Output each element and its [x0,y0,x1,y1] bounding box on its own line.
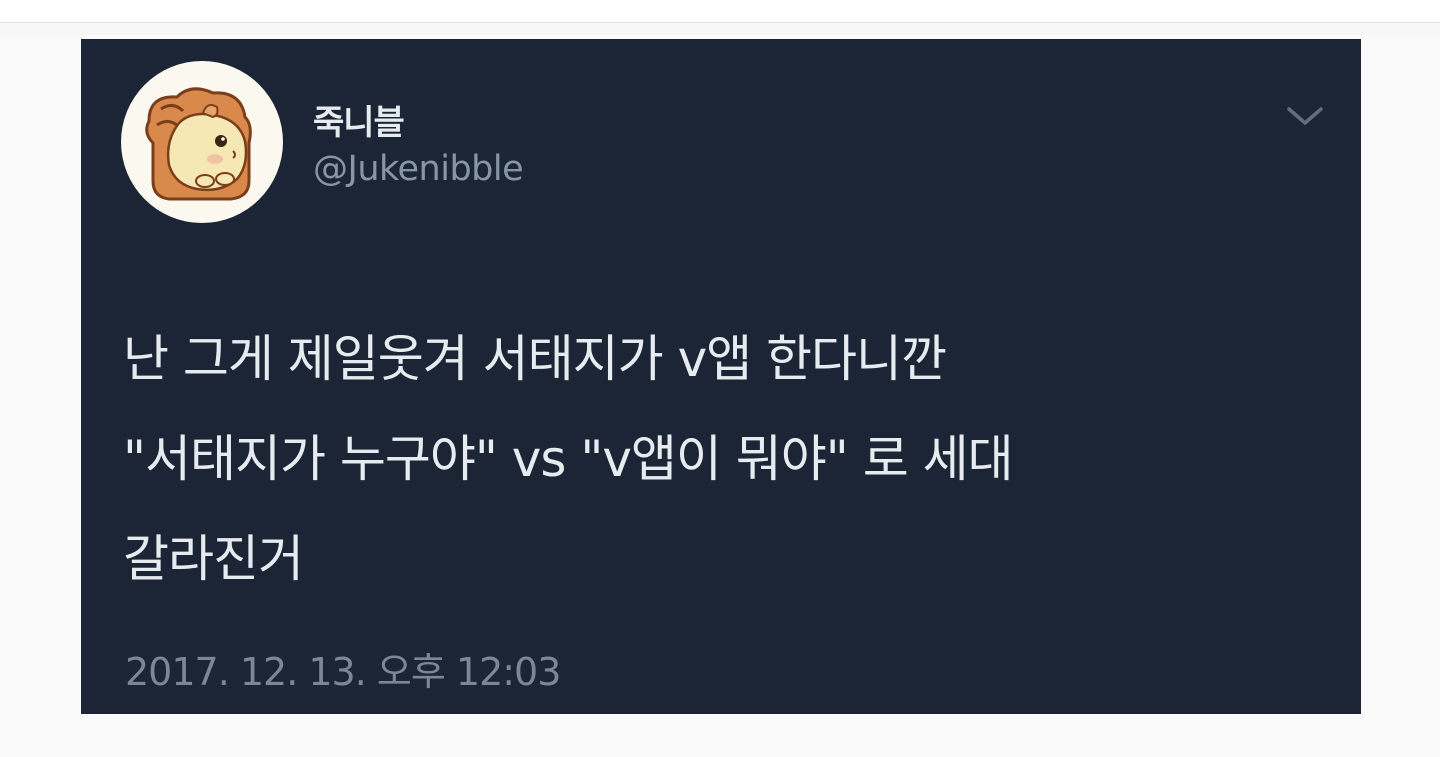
tweet-text: 난 그게 제일웃겨 서태지가 v앱 한다니깐 "서태지가 누구야" vs "v앱… [123,330,1014,588]
user-handle[interactable]: @Jukenibble [313,149,524,189]
tweet-timestamp[interactable]: 2017. 12. 13. 오후 12:03 [125,641,561,696]
top-strip [0,0,1440,22]
top-divider [0,22,1440,35]
display-name[interactable]: 죽니블 [313,95,405,144]
tweet-menu-button[interactable] [1281,97,1329,137]
chevron-down-icon [1287,107,1323,125]
bread-hamster-avatar-icon [145,87,252,201]
avatar[interactable] [121,61,283,223]
tweet-card: 죽니블 @Jukenibble 난 그게 제일웃겨 서태지가 v앱 한다니깐 "… [81,39,1361,714]
